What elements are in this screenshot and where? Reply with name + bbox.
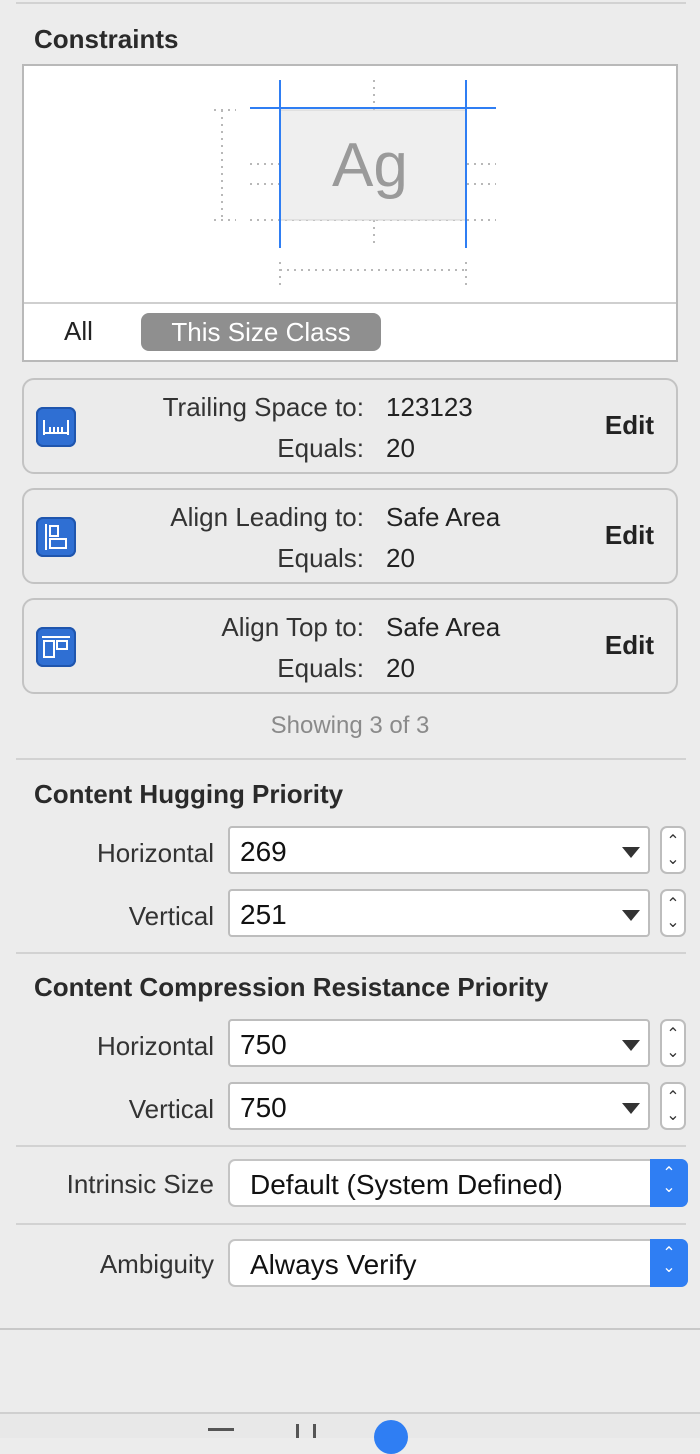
constraints-preview: Ag All This Size Class	[22, 64, 678, 362]
equals-label: Equals:	[277, 653, 364, 683]
chevron-down-icon[interactable]	[622, 847, 640, 858]
showing-count: Showing 3 of 3	[270, 712, 430, 739]
hugging-vertical-stepper[interactable]: ⌃ ⌄	[660, 889, 686, 937]
tab-all[interactable]: All	[64, 316, 93, 347]
trailing-space-icon	[36, 407, 76, 447]
constraint-target: Safe Area	[386, 612, 501, 642]
equals-label: Equals:	[277, 543, 364, 573]
compression-vertical-stepper[interactable]: ⌃ ⌄	[660, 1082, 686, 1130]
popup-value: Default (System Defined)	[250, 1169, 563, 1200]
divider	[16, 1223, 686, 1225]
constraint-target: 123123	[386, 392, 473, 422]
combo-value: 750	[240, 1092, 287, 1123]
ambiguity-popup[interactable]: Always Verify ⌃ ⌄	[228, 1239, 688, 1287]
align-leading-icon	[36, 517, 76, 557]
compression-vertical-combo[interactable]: 750	[228, 1082, 650, 1130]
compression-horizontal-stepper[interactable]: ⌃ ⌄	[660, 1019, 686, 1067]
top-divider	[16, 2, 686, 4]
align-top-glyph	[42, 636, 70, 658]
combo-value: 251	[240, 899, 287, 930]
combo-value: 750	[240, 1029, 287, 1060]
equals-value: 20	[386, 543, 415, 573]
equals-value: 20	[386, 653, 415, 683]
size-class-tabs: All This Size Class	[24, 302, 676, 360]
compression-horizontal-combo[interactable]: 750	[228, 1019, 650, 1067]
equals-value: 20	[386, 433, 415, 463]
panel-bottom-divider	[0, 1328, 700, 1330]
chevron-down-icon[interactable]	[622, 910, 640, 921]
stepper-down-icon[interactable]: ⌄	[662, 1108, 684, 1124]
chevron-down-icon[interactable]	[622, 1103, 640, 1114]
bottom-toolbar	[0, 1412, 700, 1454]
preview-glyph: Ag	[332, 131, 408, 200]
hugging-vertical-label: Vertical	[128, 901, 214, 931]
constraint-card-trailing-space[interactable]: Trailing Space to: 123123 Equals: 20 Edi…	[22, 378, 678, 474]
divider	[16, 952, 686, 954]
edit-button[interactable]: Edit	[605, 630, 654, 661]
hugging-horizontal-combo[interactable]: 269	[228, 826, 650, 874]
chevron-down-icon[interactable]	[622, 1040, 640, 1051]
constraint-label: Align Leading to:	[170, 502, 364, 532]
stepper-down-icon[interactable]: ⌄	[662, 852, 684, 868]
constraint-label: Trailing Space to:	[162, 392, 364, 422]
align-leading-glyph	[45, 524, 67, 550]
hugging-horizontal-stepper[interactable]: ⌃ ⌄	[660, 826, 686, 874]
toolbar-icon[interactable]	[208, 1428, 234, 1431]
combo-value: 269	[240, 836, 287, 867]
popup-chevrons-icon[interactable]: ⌃ ⌄	[650, 1239, 688, 1287]
stepper-up-icon[interactable]: ⌃	[662, 1090, 684, 1106]
trailing-space-glyph	[43, 420, 69, 435]
hugging-vertical-combo[interactable]: 251	[228, 889, 650, 937]
hugging-title: Content Hugging Priority	[34, 779, 344, 809]
edit-button[interactable]: Edit	[605, 410, 654, 441]
popup-value: Always Verify	[250, 1249, 417, 1280]
hugging-horizontal-label: Horizontal	[96, 838, 214, 868]
ambiguity-label: Ambiguity	[99, 1249, 214, 1279]
stepper-up-icon[interactable]: ⌃	[662, 834, 684, 850]
constraint-card-align-top[interactable]: Align Top to: Safe Area Equals: 20 Edit	[22, 598, 678, 694]
compression-vertical-label: Vertical	[128, 1094, 214, 1124]
stepper-up-icon[interactable]: ⌃	[662, 897, 684, 913]
tab-this-size-class[interactable]: This Size Class	[141, 313, 381, 351]
constraint-label: Align Top to:	[221, 612, 364, 642]
stepper-down-icon[interactable]: ⌄	[662, 915, 684, 931]
constraint-target: Safe Area	[386, 502, 501, 532]
divider	[16, 758, 686, 760]
toolbar-active-icon[interactable]	[374, 1420, 408, 1454]
constraint-card-align-leading[interactable]: Align Leading to: Safe Area Equals: 20 E…	[22, 488, 678, 584]
stepper-down-icon[interactable]: ⌄	[662, 1045, 684, 1061]
equals-label: Equals:	[277, 433, 364, 463]
constraints-title: Constraints	[34, 24, 179, 54]
compression-horizontal-label: Horizontal	[96, 1031, 214, 1061]
align-top-icon	[36, 627, 76, 667]
intrinsic-size-popup[interactable]: Default (System Defined) ⌃ ⌄	[228, 1159, 688, 1207]
divider	[16, 1145, 686, 1147]
popup-chevrons-icon[interactable]: ⌃ ⌄	[650, 1159, 688, 1207]
stepper-up-icon[interactable]: ⌃	[662, 1027, 684, 1043]
edit-button[interactable]: Edit	[605, 520, 654, 551]
compression-title: Content Compression Resistance Priority	[34, 972, 549, 1002]
intrinsic-size-label: Intrinsic Size	[66, 1169, 214, 1199]
